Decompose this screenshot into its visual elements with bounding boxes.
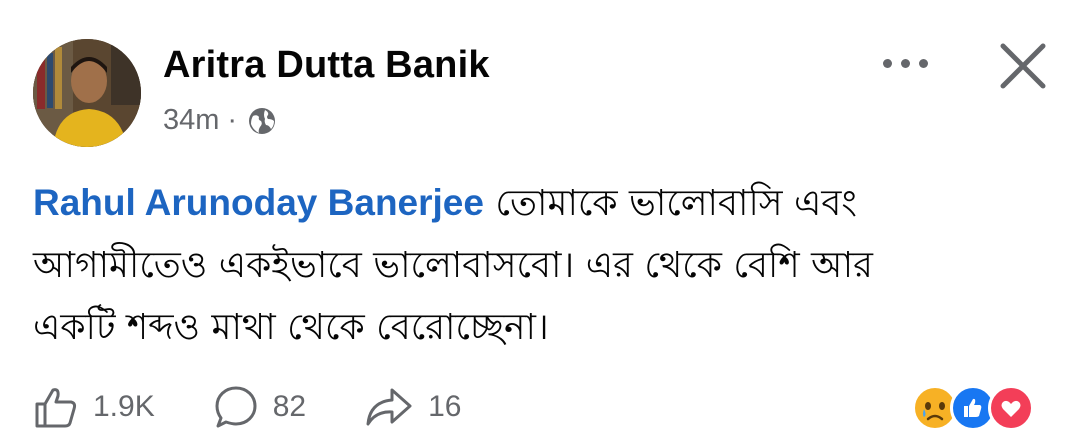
post-actions: 1.9K 82 16	[33, 384, 519, 430]
share-count: 16	[428, 390, 462, 423]
post-timestamp[interactable]: 34m	[163, 104, 219, 137]
more-dots-icon	[918, 58, 928, 68]
more-dots-icon	[900, 58, 910, 68]
comment-icon	[215, 386, 257, 428]
mention-link[interactable]: Rahul Arunoday Banerjee	[33, 182, 484, 223]
globe-icon	[249, 107, 276, 134]
like-count: 1.9K	[93, 390, 155, 423]
meta-separator: ·	[227, 104, 238, 136]
like-button[interactable]: 1.9K	[33, 384, 155, 430]
post-meta: 34m ·	[163, 104, 277, 137]
share-arrow-icon	[366, 388, 412, 426]
post-body: Rahul Arunoday Banerjee তোমাকে ভালোবাসি …	[33, 172, 1053, 359]
love-reaction-icon	[988, 385, 1034, 431]
author-name[interactable]: Aritra Dutta Banik	[163, 44, 490, 87]
more-options-button[interactable]	[872, 48, 938, 78]
comment-count: 82	[272, 390, 307, 423]
author-avatar[interactable]	[33, 39, 141, 147]
post-text-line: আগামীতেও একইভাবে ভালোবাসবো। এর থেকে বেশি…	[33, 245, 873, 286]
post-text-line: তোমাকে ভালোবাসি এবং	[483, 183, 857, 224]
more-dots-icon	[882, 58, 892, 68]
thumbs-up-icon	[35, 388, 77, 428]
avatar-photo	[33, 39, 141, 147]
comment-button[interactable]: 82	[213, 384, 306, 430]
reaction-summary[interactable]	[912, 385, 1034, 431]
share-button[interactable]: 16	[364, 384, 461, 430]
post-text-line: একটি শব্দও মাথা থেকে বেরোচ্ছেনা।	[33, 307, 549, 348]
close-icon[interactable]	[995, 38, 1051, 94]
